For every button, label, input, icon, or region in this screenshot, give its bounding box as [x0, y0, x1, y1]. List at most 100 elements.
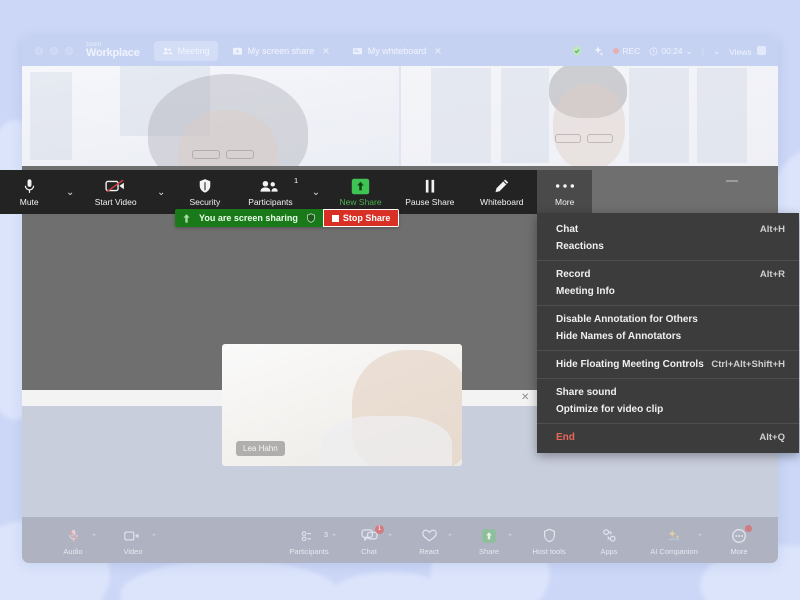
bottom-item-label: React [419, 546, 439, 556]
bottom-chat-button[interactable]: 1 ⌃ Chat [340, 524, 398, 556]
eyeglasses-decor [226, 150, 254, 159]
chevron-up-icon[interactable]: ⌃ [447, 533, 453, 541]
chevron-up-icon[interactable]: ⌃ [151, 533, 157, 541]
menu-item-disable-annotation[interactable]: Disable Annotation for Others [537, 311, 799, 328]
bottom-ai-companion-button[interactable]: ⌃ AI Companion [640, 525, 708, 556]
control-whiteboard[interactable]: Whiteboard [466, 170, 537, 214]
menu-item-share-sound[interactable]: Share sound [537, 384, 799, 401]
maximize-window-button[interactable] [65, 47, 73, 55]
minimize-window-button[interactable] [50, 47, 58, 55]
bottom-more-button[interactable]: More [710, 524, 768, 556]
meeting-timer[interactable]: 00:24 ⌄ [649, 46, 693, 57]
participant-video-strip [22, 66, 778, 166]
bottom-item-label: Apps [600, 546, 618, 556]
bottom-share-button[interactable]: ⌃ Share [460, 525, 518, 556]
bottom-bar-left-group: ⌃ Audio ⌃ Video [44, 525, 162, 556]
menu-item-optimize-for-video-clip[interactable]: Optimize for video clip [537, 401, 799, 418]
views-button[interactable]: Views [729, 45, 766, 57]
more-options-dropdown: Chat Alt+H Reactions Record Alt+R Meetin… [537, 213, 799, 453]
tab-meeting[interactable]: Meeting [153, 41, 218, 61]
close-window-button[interactable] [35, 47, 43, 55]
bottom-item-label: Video [123, 546, 143, 556]
brand-small: zoom [86, 42, 102, 49]
control-new-share[interactable]: New Share [328, 170, 394, 214]
chat-badge: 1 [375, 524, 384, 534]
menu-item-meeting-info[interactable]: Meeting Info [537, 283, 799, 300]
menu-item-label: Optimize for video clip [556, 404, 664, 415]
menu-item-end[interactable]: End Alt+Q [537, 429, 799, 446]
close-icon[interactable]: ✕ [322, 46, 330, 57]
bottom-end-button[interactable]: ✕ End [768, 525, 778, 556]
views-grid-icon [757, 45, 766, 55]
window-traffic-lights[interactable] [35, 47, 73, 55]
menu-item-record[interactable]: Record Alt+R [537, 266, 799, 283]
chevron-down-icon[interactable]: ⌄ [713, 46, 720, 57]
menu-item-hide-floating-meeting-controls[interactable]: Hide Floating Meeting Controls Ctrl+Alt+… [537, 356, 799, 373]
timer-caret-icon[interactable]: ⌄ [686, 46, 693, 57]
window-tabs: Meeting My screen share ✕ My whiteboard … [153, 41, 450, 61]
minimize-icon[interactable] [726, 180, 738, 182]
bottom-host-tools-button[interactable]: Host tools [520, 525, 578, 556]
ai-sparkle-icon[interactable] [592, 45, 604, 57]
stop-share-button[interactable]: Stop Share [322, 209, 400, 227]
menu-item-label: Hide Floating Meeting Controls [556, 359, 704, 370]
background-decor [30, 72, 72, 160]
video-chevron-down-icon[interactable]: ⌄ [149, 170, 173, 214]
recording-indicator[interactable]: REC [613, 46, 640, 56]
shield-check-icon[interactable] [571, 45, 583, 57]
control-participants[interactable]: 1 Participants [237, 170, 304, 214]
pencil-icon [493, 178, 510, 195]
bottom-audio-button[interactable]: ⌃ Audio [44, 525, 102, 556]
shield-icon[interactable] [306, 212, 316, 224]
chevron-up-icon[interactable]: ⌃ [507, 533, 513, 541]
menu-group: Disable Annotation for Others Hide Names… [537, 305, 799, 350]
control-more[interactable]: More [537, 170, 593, 214]
bottom-react-button[interactable]: ⌃ React [400, 525, 458, 556]
titlebar-status-group: REC 00:24 ⌄ | ⌄ Views [571, 45, 770, 57]
chevron-up-icon[interactable]: ⌃ [331, 533, 337, 541]
menu-item-accelerator: Ctrl+Alt+Shift+H [711, 359, 785, 370]
bookshelf-decor [501, 68, 549, 163]
new-share-icon [351, 178, 370, 195]
control-label: More [555, 196, 575, 207]
participant-tile-left[interactable] [22, 66, 399, 166]
menu-item-label: End [556, 432, 575, 443]
self-view-tile[interactable]: Lea Hahn [222, 344, 462, 466]
bottom-item-label: Host tools [532, 546, 566, 556]
chevron-up-icon[interactable]: ⌃ [697, 533, 703, 541]
pause-icon [422, 178, 438, 195]
chevron-up-icon[interactable]: ⌃ [387, 533, 393, 541]
menu-item-reactions[interactable]: Reactions [537, 238, 799, 255]
bottom-participants-button[interactable]: 3 ⌃ Participants [280, 525, 338, 556]
control-mute[interactable]: Mute [0, 170, 58, 214]
menu-item-hide-names-of-annotators[interactable]: Hide Names of Annotators [537, 328, 799, 345]
menu-item-chat[interactable]: Chat Alt+H [537, 221, 799, 238]
control-pause-share[interactable]: Pause Share [393, 170, 466, 214]
control-security[interactable]: Security [173, 170, 237, 214]
sharing-text: You are screen sharing [199, 213, 298, 223]
bottom-video-button[interactable]: ⌃ Video [104, 525, 162, 556]
person-silhouette [553, 84, 625, 166]
control-start-video[interactable]: Start Video [82, 170, 149, 214]
stop-square-icon [331, 214, 339, 222]
participants-count: 3 [323, 529, 328, 539]
close-icon[interactable]: ✕ [434, 46, 442, 57]
more-dots-icon [554, 178, 576, 195]
participant-tile-right[interactable] [401, 66, 778, 166]
chevron-up-icon[interactable]: ⌃ [91, 533, 97, 541]
participant-name-badge: Lea Hahn [236, 441, 285, 456]
participants-chevron-down-icon[interactable]: ⌄ [304, 170, 328, 214]
mute-chevron-down-icon[interactable]: ⌄ [58, 170, 82, 214]
app-brand: zoom Workplace [86, 42, 140, 59]
control-label: Pause Share [405, 196, 455, 207]
tab-my-screen-share[interactable]: My screen share ✕ [224, 41, 338, 61]
sharing-status: You are screen sharing [175, 209, 323, 227]
tab-my-whiteboard[interactable]: My whiteboard ✕ [344, 41, 450, 61]
menu-item-label: Hide Names of Annotators [556, 331, 682, 342]
whiteboard-icon [352, 46, 363, 57]
bottom-item-label: Chat [361, 546, 377, 556]
control-label: Mute [19, 196, 39, 207]
bottom-bar-right-group: ✕ End [768, 525, 778, 556]
bottom-apps-button[interactable]: Apps [580, 525, 638, 556]
heart-icon [421, 528, 438, 544]
